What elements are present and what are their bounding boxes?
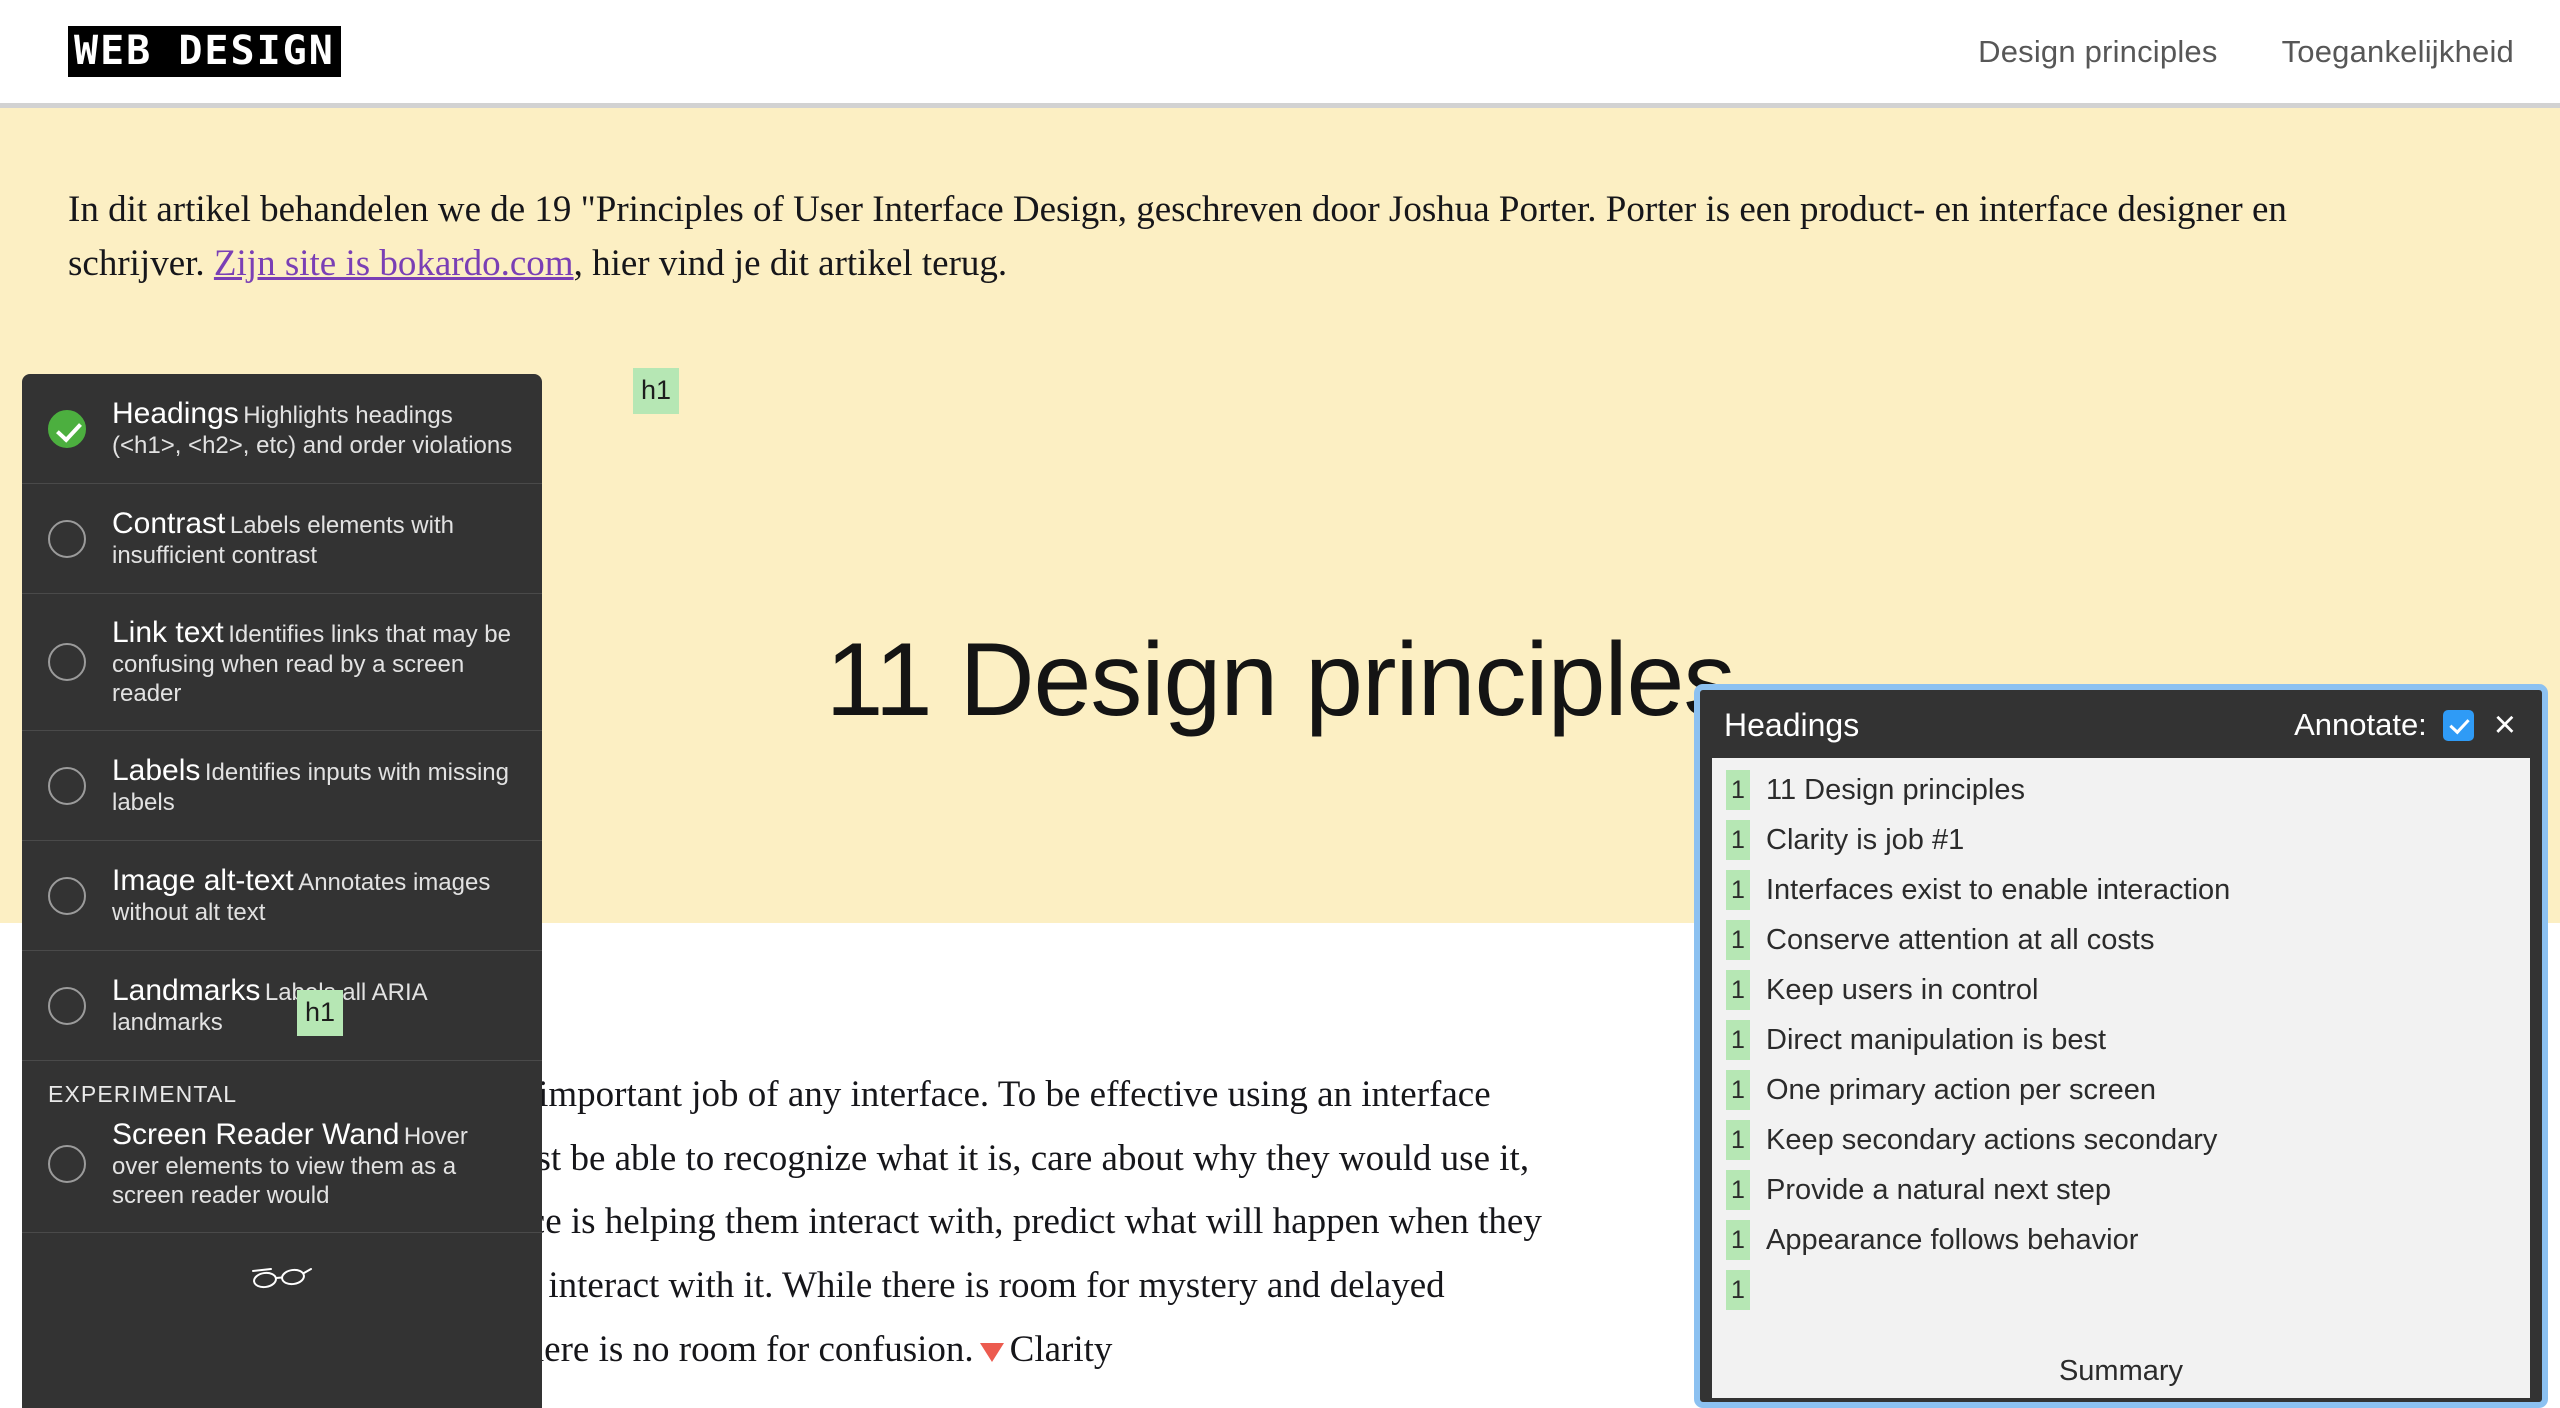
heading-label: Appearance follows behavior bbox=[1766, 1223, 2139, 1256]
heading-level-badge: 1 bbox=[1726, 770, 1750, 810]
heading-list-item[interactable]: 1 Clarity is job #1 bbox=[1726, 820, 2530, 860]
heading-level-badge: 1 bbox=[1726, 870, 1750, 910]
heading-label: Clarity is job #1 bbox=[1766, 823, 1965, 856]
headings-overlay-panel: Headings Annotate: × 1 11 Design princip… bbox=[1694, 684, 2548, 1408]
tool-title-landmarks: Landmarks bbox=[112, 974, 261, 1008]
contrast-warning-marker-icon bbox=[979, 1342, 1004, 1362]
close-icon[interactable]: × bbox=[2490, 706, 2520, 744]
headings-list-container[interactable]: 1 11 Design principles 1 Clarity is job … bbox=[1712, 758, 2530, 1398]
tool-text-image-alt-text: Image alt-text Annotates images without … bbox=[112, 864, 518, 927]
tool-row-image-alt-text[interactable]: Image alt-text Annotates images without … bbox=[22, 841, 542, 952]
heading-level-badge: 1 bbox=[1726, 1170, 1750, 1210]
h1-annotation-badge-secondary: h1 bbox=[297, 990, 344, 1036]
heading-level-badge: 1 bbox=[1726, 1020, 1750, 1060]
tool-row-link-text[interactable]: Link text Identifies links that may be c… bbox=[22, 594, 542, 732]
tool-title-screen-reader-wand: Screen Reader Wand bbox=[112, 1118, 400, 1152]
headings-panel-header: Headings Annotate: × bbox=[1700, 690, 2542, 758]
tool-row-labels[interactable]: Labels Identifies inputs with missing la… bbox=[22, 731, 542, 842]
heading-list-item[interactable]: 1 Conserve attention at all costs bbox=[1726, 920, 2530, 960]
heading-level-badge: 1 bbox=[1726, 970, 1750, 1010]
headings-panel-title: Headings bbox=[1724, 706, 1860, 743]
summary-link[interactable]: Summary bbox=[1712, 1355, 2530, 1388]
tool-title-image-alt-text: Image alt-text bbox=[112, 864, 294, 898]
site-logo[interactable]: WEB DESIGN bbox=[68, 26, 341, 77]
tool-text-contrast: Contrast Labels elements with insufficie… bbox=[112, 507, 518, 570]
heading-level-badge: 1 bbox=[1726, 1270, 1750, 1310]
tool-row-landmarks[interactable]: Landmarks Labels all ARIA landmarks bbox=[22, 951, 542, 1062]
accessibility-tool-panel: Headings Highlights headings (<h1>, <h2>… bbox=[22, 374, 542, 1408]
toggle-labels[interactable] bbox=[48, 766, 86, 805]
heading-list-item[interactable]: 1 Provide a natural next step bbox=[1726, 1170, 2530, 1210]
heading-label: Interfaces exist to enable interaction bbox=[1766, 873, 2231, 906]
nav-link-toegankelijkheid[interactable]: Toegankelijkheid bbox=[2282, 34, 2514, 70]
nav-link-design-principles[interactable]: Design principles bbox=[1978, 34, 2217, 70]
glasses-icon[interactable] bbox=[251, 1261, 313, 1295]
toggle-link-text[interactable] bbox=[48, 643, 86, 682]
tool-row-contrast[interactable]: Contrast Labels elements with insufficie… bbox=[22, 484, 542, 594]
tool-panel-footer bbox=[22, 1233, 542, 1323]
heading-label: Direct manipulation is best bbox=[1766, 1023, 2107, 1056]
toggle-contrast[interactable] bbox=[48, 519, 86, 558]
annotate-checkbox[interactable] bbox=[2442, 709, 2474, 741]
page-root: WEB DESIGN Design principles Toegankelij… bbox=[0, 0, 2560, 1408]
heading-label: Keep users in control bbox=[1766, 973, 2039, 1006]
intro-paragraph: In dit artikel behandelen we de 19 "Prin… bbox=[68, 183, 2408, 290]
heading-list-item[interactable]: 1 Direct manipulation is best bbox=[1726, 1020, 2530, 1060]
heading-level-badge: 1 bbox=[1726, 1120, 1750, 1160]
tool-title-contrast: Contrast bbox=[112, 507, 226, 541]
heading-list-item[interactable]: 1 Keep secondary actions secondary bbox=[1726, 1120, 2530, 1160]
h1-annotation-badge: h1 bbox=[633, 368, 680, 414]
tool-title-headings: Headings bbox=[112, 397, 239, 431]
tool-text-labels: Labels Identifies inputs with missing la… bbox=[112, 754, 518, 817]
bokardo-link[interactable]: Zijn site is bokardo.com bbox=[214, 243, 574, 284]
heading-label: Keep secondary actions secondary bbox=[1766, 1123, 2218, 1156]
tool-row-screen-reader-wand[interactable]: Screen Reader Wand Hover over elements t… bbox=[22, 1114, 542, 1232]
headings-panel-controls: Annotate: × bbox=[2294, 706, 2520, 744]
toggle-landmarks[interactable] bbox=[48, 986, 86, 1025]
heading-level-badge: 1 bbox=[1726, 920, 1750, 960]
main-navigation: Design principles Toegankelijkheid bbox=[1978, 34, 2514, 70]
annotate-label: Annotate: bbox=[2294, 707, 2427, 742]
tool-text-headings: Headings Highlights headings (<h1>, <h2>… bbox=[112, 397, 518, 460]
headings-list: 1 11 Design principles 1 Clarity is job … bbox=[1712, 758, 2530, 1310]
intro-text-after: , hier vind je dit artikel terug. bbox=[573, 242, 1008, 284]
heading-list-item[interactable]: 1 Interfaces exist to enable interaction bbox=[1726, 870, 2530, 910]
heading-label: Conserve attention at all costs bbox=[1766, 923, 2155, 956]
toggle-screen-reader-wand[interactable] bbox=[48, 1145, 86, 1184]
tool-title-link-text: Link text bbox=[112, 616, 224, 649]
heading-label: Provide a natural next step bbox=[1766, 1173, 2111, 1206]
body-text-b: Clarity bbox=[1009, 1328, 1113, 1370]
tool-row-headings[interactable]: Headings Highlights headings (<h1>, <h2>… bbox=[22, 374, 542, 484]
experimental-section-label: EXPERIMENTAL bbox=[48, 1081, 238, 1108]
heading-level-badge: 1 bbox=[1726, 820, 1750, 860]
heading-list-item[interactable]: 1 Keep users in control bbox=[1726, 970, 2530, 1010]
heading-list-item[interactable]: 1 One primary action per screen bbox=[1726, 1070, 2530, 1110]
heading-list-item-truncated[interactable]: 1 bbox=[1726, 1270, 2530, 1310]
toggle-headings[interactable] bbox=[48, 409, 86, 448]
tool-text-screen-reader-wand: Screen Reader Wand Hover over elements t… bbox=[112, 1118, 518, 1210]
heading-label: One primary action per screen bbox=[1766, 1073, 2157, 1106]
tool-title-labels: Labels bbox=[112, 754, 201, 788]
heading-list-item[interactable]: 1 11 Design principles bbox=[1726, 770, 2530, 810]
logo-text: WEB DESIGN bbox=[68, 26, 341, 77]
site-header: WEB DESIGN Design principles Toegankelij… bbox=[0, 0, 2560, 108]
heading-level-badge: 1 bbox=[1726, 1220, 1750, 1260]
toggle-image-alt-text[interactable] bbox=[48, 876, 86, 915]
heading-label: 11 Design principles bbox=[1766, 773, 2025, 806]
heading-list-item[interactable]: 1 Appearance follows behavior bbox=[1726, 1220, 2530, 1260]
heading-level-badge: 1 bbox=[1726, 1070, 1750, 1110]
tool-text-link-text: Link text Identifies links that may be c… bbox=[112, 616, 518, 708]
experimental-group: EXPERIMENTAL Screen Reader Wand Hover ov… bbox=[22, 1061, 542, 1234]
